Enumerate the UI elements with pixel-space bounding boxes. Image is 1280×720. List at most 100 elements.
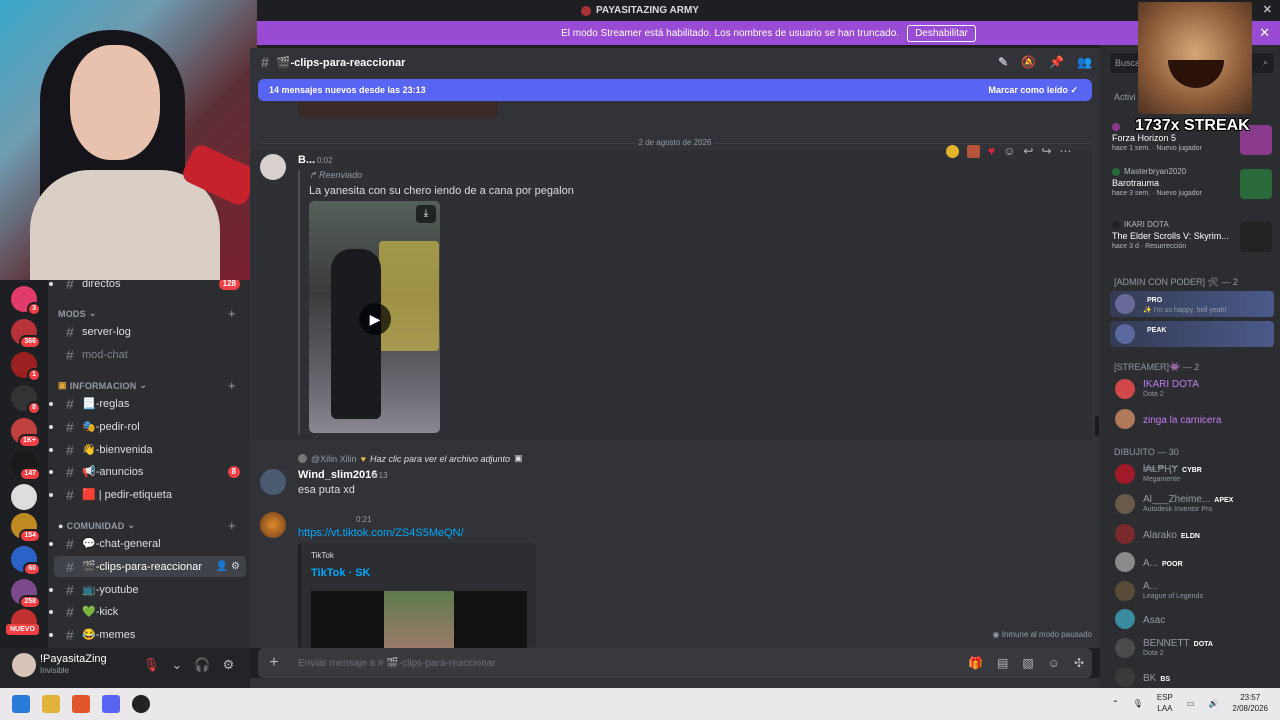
category-comunidad[interactable]: ● COMUNIDAD ⌄ + [58,518,236,533]
mute-mic-icon[interactable]: 🎙 [143,657,160,673]
sticker-icon[interactable]: ▧ [1022,656,1033,670]
new-messages-bar[interactable]: 14 mensajes nuevos desde las 23:13 Marca… [258,79,1092,101]
avatar[interactable] [260,154,286,180]
emoji-icon[interactable]: ☺ [1048,656,1060,670]
member-row[interactable]: BENNETT DOTA Dota 2 [1110,635,1274,661]
pin-icon[interactable]: 📌 [1049,55,1064,69]
headphones-icon[interactable]: 🎧 [194,657,210,673]
member-row[interactable]: A... League of Legends [1110,578,1274,604]
clock[interactable]: 23:57 2/08/2026 [1232,692,1268,714]
notifications-icon[interactable]: 🔕 [1021,55,1036,69]
apps-icon[interactable]: ✣ [1074,656,1084,670]
server-icon[interactable]: 258 [11,579,41,609]
server-icon[interactable]: 60 [11,546,41,576]
video-attachment[interactable]: ▶ ⤓ [309,201,440,433]
channel-mod-chat[interactable]: # mod-chat [54,344,246,365]
add-attachment-icon[interactable]: + [258,654,290,672]
member-row[interactable]: zinga la carnicera [1110,406,1274,432]
server-icon[interactable]: 1K+ [11,418,41,448]
gif-icon[interactable]: ▤ [997,656,1008,670]
obs-icon[interactable] [132,695,150,713]
activity-card[interactable]: IKARI DOTA The Elder Scrolls V: Skyrim...… [1112,220,1272,252]
message-link[interactable]: https://vt.tiktok.com/ZS4S5MeQN/ [298,527,464,539]
language-indicator[interactable]: ESP LAA [1157,692,1173,714]
channel-anuncios[interactable]: # 📢-anuncios 8 [49,461,246,482]
link-embed[interactable]: TikTok TikTok · SK [298,543,536,648]
file-explorer-icon[interactable] [42,695,60,713]
reply-user: @Xilin Xilin [311,453,357,464]
add-channel-icon[interactable]: + [228,518,236,533]
channel-chat-general[interactable]: # 💬-chat-general [49,533,246,554]
channel-reglas[interactable]: # 📃-reglas [49,393,246,414]
member-row[interactable]: ł₳Ⱡ₱ⱧɎ CYBR Megamente [1110,461,1274,487]
channel-pedir-etiqueta[interactable]: # 🟥 | pedir-etiqueta [49,484,246,505]
network-icon[interactable]: ▭ [1187,699,1195,708]
server-icon[interactable]: 147 [11,451,41,481]
disable-streamer-button[interactable]: Deshabilitar [907,24,976,42]
channel-server-log[interactable]: # server-log [54,321,246,342]
members-icon[interactable]: 👥 [1077,55,1092,69]
reply-icon[interactable]: ↩ [1023,144,1033,158]
channel-bienvenida[interactable]: # 👋-bienvenida [49,439,246,460]
channel-kick[interactable]: # 💚-kick [49,601,246,622]
mark-as-read-button[interactable]: Marcar como leído ✓ [988,85,1078,96]
heart-icon[interactable]: ♥ [988,144,995,158]
add-channel-icon[interactable]: + [228,306,236,321]
message-author[interactable]: Wind_slim2016 [298,469,377,481]
invite-icon[interactable]: 👤 [216,561,228,572]
slowmode-indicator: ◉ Inmune al modo pausado [992,630,1093,639]
windows-start-icon[interactable] [12,695,30,713]
gift-icon[interactable]: 🎁 [968,656,983,670]
avatar[interactable] [260,512,286,538]
forward-icon[interactable]: ↪ [1041,144,1051,158]
channel-memes[interactable]: # 😂-memes [49,624,246,645]
server-icon[interactable]: 1 [11,352,41,382]
channel-pedir-rol[interactable]: # 🎭-pedir-rol [49,416,246,437]
close-window-button[interactable]: ✕ [1263,3,1272,16]
embed-thumbnail[interactable] [311,591,527,648]
avatar[interactable] [260,469,286,495]
close-banner-icon[interactable]: ✕ [1259,25,1270,41]
channel-clips-para-reaccionar[interactable]: # 🎬-clips-para-reaccionar 👤 ⚙ [54,556,246,577]
activity-card[interactable]: Masterbryan2020 Barotrauma hace 3 sem. · N… [1112,167,1272,199]
member-row[interactable]: BK BS [1110,664,1274,688]
gear-icon[interactable]: ⚙ [231,561,240,572]
chevron-up-icon[interactable]: ⌃ [1112,699,1119,708]
channel-youtube[interactable]: # 📺-youtube [49,579,246,600]
gear-icon[interactable]: ⚙ [223,657,235,673]
mic-tray-icon[interactable]: 🎙 [1133,699,1143,708]
member-row[interactable]: PEAK [1110,321,1274,347]
chevron-down-icon[interactable]: ⌄ [172,657,183,673]
more-icon[interactable]: ⋯ [1060,144,1072,158]
add-reaction-icon[interactable]: ☺ [1003,144,1015,158]
server-icon[interactable]: 366 [11,319,41,349]
reaction-emoji-1[interactable] [946,144,959,158]
server-icon[interactable] [11,484,37,510]
discord-taskbar-icon[interactable] [102,695,120,713]
play-icon[interactable]: ▶ [359,303,391,335]
category-informacion[interactable]: ▣ INFORMACION ⌄ + [58,378,236,393]
member-row[interactable]: Alarako ELDN [1110,521,1274,547]
volume-icon[interactable]: 🔊 [1208,699,1218,708]
server-icon[interactable]: 154 [11,513,41,543]
server-icon[interactable]: 3 [11,286,41,316]
category-mods[interactable]: MODS ⌄ + [58,306,236,321]
scrollbar[interactable] [1095,416,1099,436]
add-channel-icon[interactable]: + [228,378,236,393]
member-row[interactable]: Al___Zheime... APEX Autodesk Inventor Pro [1110,491,1274,517]
message-author[interactable]: B... [298,154,315,166]
server-icon[interactable]: 8 [11,385,41,415]
member-row[interactable]: PRO ✨ I'm so happy, hell yeah! [1110,291,1274,317]
member-row[interactable]: Asac [1110,606,1274,632]
embed-title[interactable]: TikTok · SK [311,567,371,579]
message-composer[interactable]: + Enviar mensaje a # 🎬-clips-para-reacci… [258,648,1092,678]
brave-browser-icon[interactable] [72,695,90,713]
reply-preview[interactable]: @Xilin Xilin ♥ Haz clic para ver el arch… [298,453,523,464]
reaction-emoji-2[interactable] [967,144,980,158]
message-input[interactable]: Enviar mensaje a # 🎬-clips-para-reaccion… [298,658,496,669]
member-row[interactable]: IKARI DOTA Dota 2 [1110,376,1274,402]
threads-icon[interactable]: ✎ [998,55,1008,69]
download-icon[interactable]: ⤓ [416,205,436,223]
avatar[interactable] [12,653,36,677]
member-row[interactable]: A... POOR [1110,549,1274,575]
